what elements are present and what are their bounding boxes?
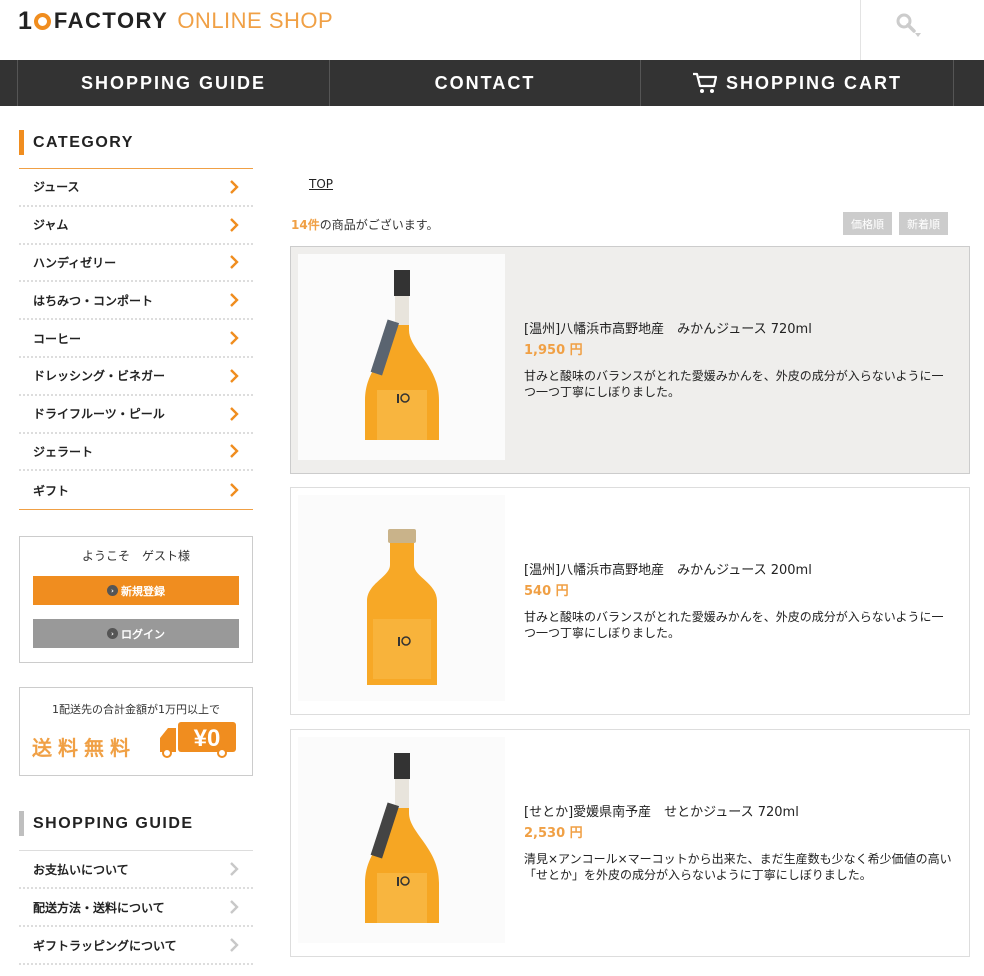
product-info: [温州]八幡浜市高野地産 みかんジュース 720ml 1,950 円甘みと酸味のバ…: [524, 247, 954, 473]
chevron-right-icon: [229, 862, 239, 877]
product-info: [せとか]愛媛県南予産 せとかジュース 720ml 2,530 円清見×アンコール…: [524, 730, 954, 956]
logo-shop-text: ONLINE SHOP: [177, 8, 334, 33]
result-count-number: 14件: [291, 218, 320, 232]
sort-buttons: 価格順 新着順: [843, 212, 948, 235]
category-label: ハンディゼリー: [33, 255, 117, 270]
register-button[interactable]: › 新規登録: [33, 576, 239, 606]
product-name[interactable]: [温州]八幡浜市高野地産 みかんジュース 200ml: [524, 562, 954, 580]
product-price: 1,950 円: [524, 342, 583, 358]
chevron-right-icon: [229, 444, 239, 459]
nav-label: SHOPPING GUIDE: [80, 72, 267, 93]
product-image[interactable]: [298, 737, 505, 943]
free-amount: ¥0: [194, 725, 221, 752]
nav-spacer: [0, 60, 18, 106]
category-heading: CATEGORY: [19, 130, 253, 155]
category-item[interactable]: ドレッシング・ビネガー: [19, 358, 253, 396]
guide-item[interactable]: 配送方法・送料について: [19, 889, 253, 928]
logo-mark: 1: [18, 6, 33, 35]
category-list: ジュースジャムハンディゼリーはちみつ・コンポート コーヒードレッシング・ビネガード…: [19, 168, 253, 511]
nav-shopping-guide[interactable]: SHOPPING GUIDE: [18, 60, 330, 106]
guide-item[interactable]: お支払いについて: [19, 851, 253, 890]
product-name[interactable]: [温州]八幡浜市高野地産 みかんジュース 720ml: [524, 321, 954, 339]
category-item[interactable]: ジャム: [19, 207, 253, 245]
category-item[interactable]: ハンディゼリー: [19, 245, 253, 283]
nav-filler: [954, 60, 984, 106]
product-price: 540 円: [524, 583, 569, 599]
login-button[interactable]: › ログイン: [33, 619, 239, 649]
category-item[interactable]: コーヒー: [19, 320, 253, 358]
register-label: 新規登録: [121, 584, 165, 598]
product-name[interactable]: [せとか]愛媛県南予産 せとかジュース 720ml: [524, 804, 954, 822]
category-label: コーヒー: [33, 331, 82, 346]
product-card[interactable]: [せとか]愛媛県南予産 せとかジュース 720ml 2,530 円清見×アンコール…: [290, 729, 970, 957]
free-shipping-text: 送料無料: [32, 736, 136, 761]
chevron-right-icon: [229, 217, 239, 232]
category-label: ジェラート: [33, 444, 94, 459]
sidebar: CATEGORY ジュースジャムハンディゼリーはちみつ・コンポート コーヒードレッ…: [19, 130, 253, 966]
category-label: はちみつ・コンポート: [33, 293, 154, 308]
result-count-text: の商品がございます。: [319, 218, 439, 232]
nav-label: SHOPPING CART: [725, 72, 902, 93]
category-label: ジュース: [33, 180, 80, 195]
chevron-right-icon: [229, 180, 239, 194]
login-box: ようこそ ゲスト様 › 新規登録 › ログイン: [19, 536, 253, 664]
nav-shopping-cart[interactable]: SHOPPING CART: [641, 60, 954, 106]
chevron-right-icon: [229, 900, 239, 915]
logo-circle: [33, 12, 51, 30]
free-shipping-banner[interactable]: 1配送先の合計金額が1万円以上で 送料無料 ¥0: [19, 687, 253, 777]
global-nav: SHOPPING GUIDE CONTACT SHOPPING CART: [0, 60, 984, 106]
chevron-right-icon: [229, 406, 239, 421]
product-info: [温州]八幡浜市高野地産 みかんジュース 200ml 540 円甘みと酸味のバラン…: [524, 488, 954, 714]
category-item[interactable]: ギフト: [19, 471, 253, 509]
product-description: 清見×アンコール×マーコットから出来た、まだ生産数も少なく希少価値の高い「せとか…: [524, 851, 952, 882]
guide-label: お支払いについて: [33, 862, 129, 877]
logo-factory-text: FACTORY: [53, 8, 169, 33]
nav-label: CONTACT: [434, 72, 536, 93]
search-toggle[interactable]: [860, 0, 984, 60]
sort-new-button[interactable]: 新着順: [899, 212, 948, 235]
category-label: ジャム: [33, 218, 69, 233]
site-header: 1 FACTORY ONLINE SHOP: [0, 0, 984, 60]
truck-icon: ¥0: [160, 722, 236, 759]
product-image[interactable]: [298, 254, 505, 460]
guide-list: お支払いについて配送方法・送料について ギフトラッピングについて: [19, 850, 253, 966]
product-card[interactable]: [温州]八幡浜市高野地産 みかんジュース 200ml 540 円甘みと酸味のバラン…: [290, 487, 970, 715]
category-item[interactable]: ジュース: [19, 169, 253, 207]
chevron-right-icon: [229, 938, 239, 953]
login-label: ログイン: [121, 627, 165, 641]
product-description: 甘みと酸味のバランスがとれた愛媛みかんを、外皮の成分が入らないように一つ一つ丁寧…: [524, 368, 944, 399]
breadcrumb-top[interactable]: TOP: [309, 177, 333, 191]
search-icon[interactable]: [895, 12, 923, 40]
product-card[interactable]: [温州]八幡浜市高野地産 みかんジュース 720ml 1,950 円甘みと酸味のバ…: [290, 246, 970, 474]
category-label: ドレッシング・ビネガー: [33, 369, 166, 384]
shipping-condition: 1配送先の合計金額が1万円以上で: [52, 703, 220, 717]
product-price: 2,530 円: [524, 825, 583, 841]
guide-label: ギフトラッピングについて: [33, 938, 177, 953]
chevron-right-icon: [229, 331, 239, 345]
category-item[interactable]: はちみつ・コンポート: [19, 282, 253, 321]
chevron-right-icon: [229, 293, 239, 308]
chevron-right-icon: [229, 483, 239, 498]
category-item[interactable]: ジェラート: [19, 434, 253, 472]
chevron-right-icon: [229, 369, 239, 383]
category-label: ギフト: [33, 483, 70, 498]
guide-item[interactable]: ギフトラッピングについて: [19, 927, 253, 966]
sort-price-button[interactable]: 価格順: [843, 212, 892, 235]
category-label: ドライフルーツ・ピール: [33, 407, 165, 422]
product-image[interactable]: [298, 495, 505, 701]
product-description: 甘みと酸味のバランスがとれた愛媛みかんを、外皮の成分が入らないように一つ一つ丁寧…: [524, 609, 944, 640]
category-item[interactable]: ドライフルーツ・ピール: [19, 396, 253, 434]
shopping-guide-heading: SHOPPING GUIDE: [19, 811, 253, 837]
cart-icon: [692, 72, 718, 94]
chevron-right-icon: [229, 255, 239, 270]
result-count: 14件の商品がございます。: [291, 216, 439, 233]
nav-contact[interactable]: CONTACT: [330, 60, 641, 106]
guide-label: 配送方法・送料について: [33, 900, 165, 915]
arrow-circle-icon: ›: [107, 585, 118, 597]
arrow-circle-icon: ›: [107, 628, 118, 640]
welcome-text: ようこそ ゲスト様: [81, 549, 190, 564]
site-logo[interactable]: 1 FACTORY ONLINE SHOP: [18, 4, 333, 38]
